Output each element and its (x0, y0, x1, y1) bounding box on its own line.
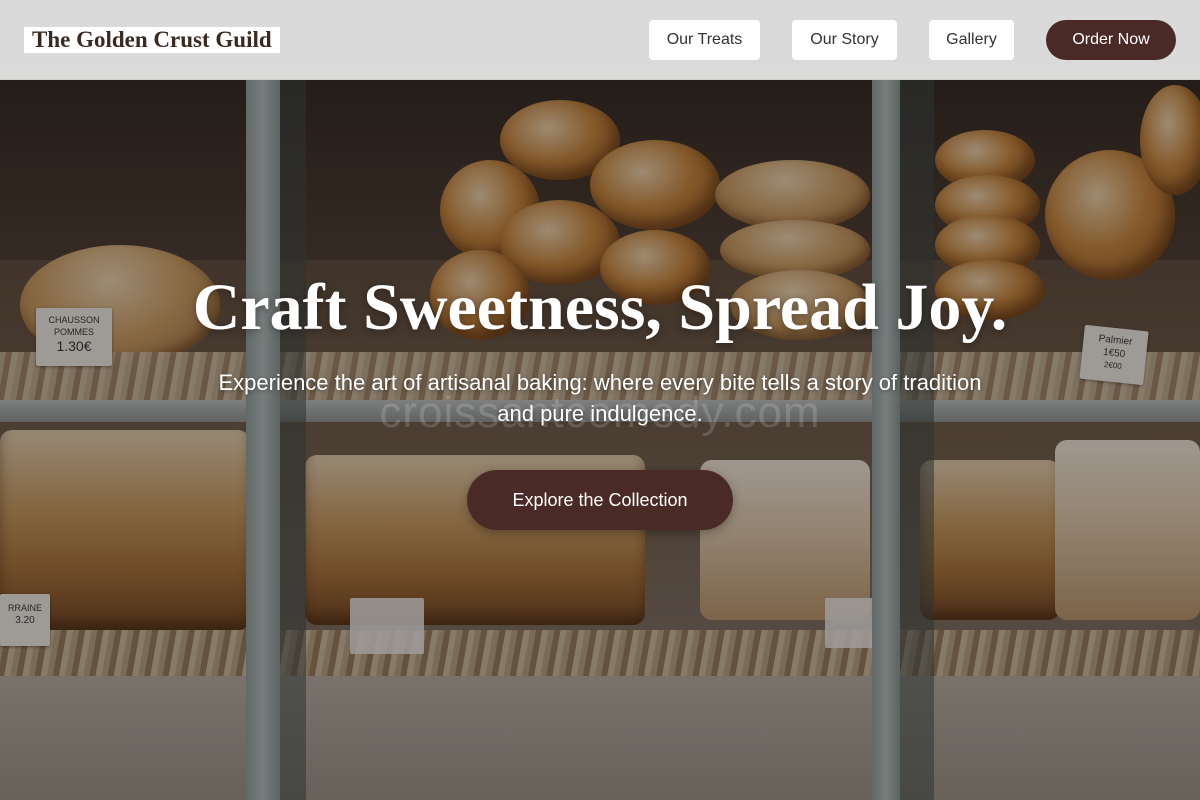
nav-link-our-story[interactable]: Our Story (792, 20, 897, 60)
order-now-button[interactable]: Order Now (1046, 20, 1176, 60)
hero-subtitle: Experience the art of artisanal baking: … (218, 370, 982, 426)
nav-link-gallery[interactable]: Gallery (929, 20, 1014, 60)
explore-collection-button[interactable]: Explore the Collection (467, 470, 733, 530)
hero-title: Craft Sweetness, Spread Joy. (192, 271, 1008, 344)
site-logo[interactable]: The Golden Crust Guild (24, 27, 280, 53)
site-header: The Golden Crust Guild Our Treats Our St… (0, 0, 1200, 80)
nav-link-our-treats[interactable]: Our Treats (649, 20, 760, 60)
